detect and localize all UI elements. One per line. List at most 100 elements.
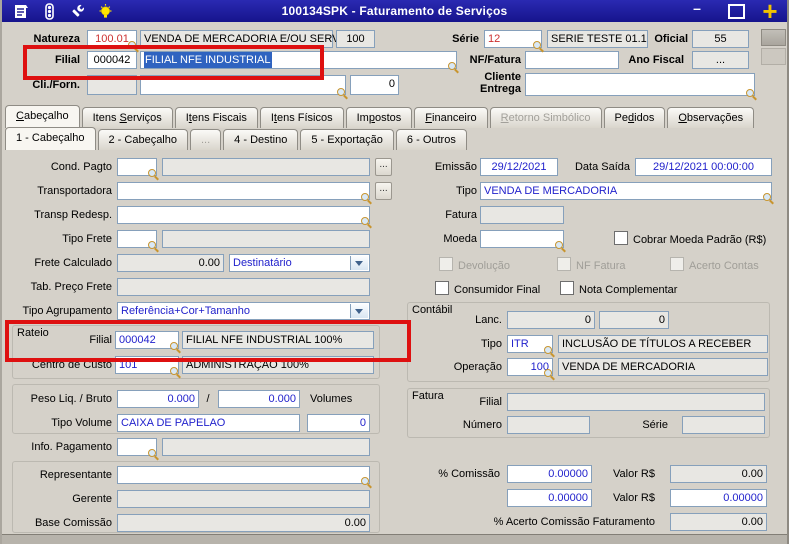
filial-code-field[interactable]: 000042 bbox=[87, 51, 137, 69]
frete-tipo-combo[interactable]: Destinatário bbox=[229, 254, 370, 272]
data-saida-field[interactable]: 29/12/2021 00:00:00 bbox=[635, 158, 772, 176]
moeda-input[interactable] bbox=[480, 230, 565, 251]
volumes-value-field[interactable]: 0 bbox=[307, 414, 370, 432]
centro-custo-code-field[interactable]: 101 bbox=[115, 356, 180, 377]
tab-preco-frete-field bbox=[117, 278, 370, 296]
lookup-icon[interactable] bbox=[361, 193, 371, 203]
transp-redesp-input[interactable] bbox=[117, 206, 371, 227]
peso-bruto-field[interactable]: 0.000 bbox=[218, 390, 300, 408]
cobrar-moeda-checkbox[interactable] bbox=[614, 231, 628, 245]
lookup-icon[interactable] bbox=[170, 342, 180, 352]
frete-calculado-field: 0.00 bbox=[117, 254, 224, 272]
subtab-4-destino[interactable]: 4 - Destino bbox=[223, 129, 299, 150]
tab-financeiro[interactable]: Financeiro bbox=[414, 107, 488, 128]
data-saida-label: Data Saída bbox=[574, 161, 630, 173]
nota-complementar-checkbox[interactable] bbox=[560, 281, 574, 295]
lanc-field-2: 0 bbox=[599, 311, 669, 329]
consumidor-final-checkbox[interactable] bbox=[435, 281, 449, 295]
operacao-label: Operação bbox=[453, 361, 502, 373]
subtab-1-cabecalho[interactable]: 1 - Cabeçalho bbox=[5, 127, 96, 150]
fatura-field bbox=[480, 206, 564, 224]
fatura-filial-field bbox=[507, 393, 765, 411]
cond-pagto-ellipsis-button[interactable]: ... bbox=[375, 158, 392, 176]
valor-rs-field-2[interactable]: 0.00000 bbox=[670, 489, 767, 507]
lookup-icon[interactable] bbox=[533, 41, 543, 51]
tipo-agrupamento-combo[interactable]: Referência+Cor+Tamanho bbox=[117, 302, 370, 320]
header-side-button-2[interactable] bbox=[761, 48, 786, 65]
tipo-agrupamento-label: Tipo Agrupamento bbox=[22, 305, 112, 317]
transp-redesp-label: Transp Redesp. bbox=[34, 209, 112, 221]
tab-itens-servicos[interactable]: Itens Serviços bbox=[81, 107, 173, 128]
lookup-icon[interactable] bbox=[148, 241, 158, 251]
main-tab-strip: Cabeçalho Itens Serviços Itens Fiscais Iten… bbox=[5, 105, 756, 128]
chevron-down-icon[interactable] bbox=[350, 304, 368, 318]
close-button[interactable]: + bbox=[757, 0, 783, 27]
natureza-desc-field: VENDA DE MERCADORIA E/OU SERVI bbox=[140, 30, 342, 48]
pct-comissao-field-2[interactable]: 0.00000 bbox=[507, 489, 592, 507]
info-pagamento-input[interactable] bbox=[117, 438, 158, 459]
operacao-code-field[interactable]: 100 bbox=[507, 358, 554, 379]
cliente-entrega-field[interactable] bbox=[525, 73, 756, 99]
contabil-tipo-desc-field: INCLUSÃO DE TÍTULOS A RECEBER bbox=[558, 335, 768, 353]
lookup-icon[interactable] bbox=[746, 89, 756, 99]
tab-pedidos[interactable]: Pedidos bbox=[603, 107, 666, 128]
cli-forn-code-field[interactable] bbox=[87, 75, 137, 95]
tipo-field[interactable]: VENDA DE MERCADORIA bbox=[480, 182, 773, 203]
tab-impostos[interactable]: Impostos bbox=[345, 107, 413, 128]
lookup-icon[interactable] bbox=[555, 241, 565, 251]
natureza-code-field[interactable]: 100.01 bbox=[87, 30, 138, 51]
lookup-icon[interactable] bbox=[448, 62, 458, 72]
transportadora-input[interactable] bbox=[117, 182, 371, 203]
tipo-volume-field[interactable]: CAIXA DE PAPELAO bbox=[117, 414, 300, 432]
lookup-icon[interactable] bbox=[148, 449, 158, 459]
acerto-comissao-label: % Acerto Comissão Faturamento bbox=[493, 516, 655, 528]
cli-forn-desc-field[interactable] bbox=[140, 75, 347, 98]
lookup-icon[interactable] bbox=[361, 477, 371, 487]
oficial-field: 55 bbox=[692, 30, 749, 48]
lookup-icon[interactable] bbox=[544, 346, 554, 356]
lookup-icon[interactable] bbox=[544, 369, 554, 379]
subtab-5-exportacao[interactable]: 5 - Exportação bbox=[300, 129, 394, 150]
emissao-field[interactable]: 29/12/2021 bbox=[480, 158, 558, 176]
representante-label: Representante bbox=[39, 469, 112, 481]
subtab-6-outros[interactable]: 6 - Outros bbox=[395, 129, 467, 150]
acerto-comissao-field: 0.00 bbox=[670, 513, 767, 531]
representante-input[interactable] bbox=[117, 466, 371, 487]
pct-comissao-field-1[interactable]: 0.00000 bbox=[507, 465, 592, 483]
tab-itens-fisicos[interactable]: Itens Físicos bbox=[259, 107, 344, 128]
minimize-button[interactable]: – bbox=[687, 0, 707, 16]
emissao-label: Emissão bbox=[434, 161, 477, 173]
tipo-frete-desc-field bbox=[162, 230, 370, 248]
tipo-frete-label: Tipo Frete bbox=[62, 233, 112, 245]
contabil-tipo-code-field[interactable]: ITR bbox=[507, 335, 554, 356]
subtab-2-cabecalho[interactable]: 2 - Cabeçalho bbox=[97, 129, 188, 150]
tab-preco-frete-label: Tab. Preço Frete bbox=[30, 281, 112, 293]
filial-desc-field[interactable]: FILIAL NFE INDUSTRIAL bbox=[140, 51, 458, 72]
nf-fatura-field[interactable] bbox=[525, 51, 619, 69]
tab-itens-fiscais[interactable]: Itens Fiscais bbox=[174, 107, 258, 128]
numero-label: Número bbox=[462, 419, 502, 431]
devolucao-check: Devolução bbox=[439, 257, 510, 272]
ano-fiscal-field[interactable]: ... bbox=[692, 51, 749, 69]
header-side-button[interactable] bbox=[761, 29, 786, 46]
maximize-button[interactable] bbox=[728, 4, 745, 19]
rateio-filial-code-field[interactable]: 000042 bbox=[115, 331, 180, 352]
gerente-field bbox=[117, 490, 370, 508]
cond-pagto-input[interactable] bbox=[117, 158, 158, 179]
ano-fiscal-label: Ano Fiscal bbox=[628, 54, 684, 66]
tab-observacoes[interactable]: Observações bbox=[667, 107, 755, 128]
tab-cabecalho[interactable]: Cabeçalho bbox=[5, 105, 80, 128]
cli-forn-label: Cli./Forn. bbox=[32, 79, 80, 91]
lookup-icon[interactable] bbox=[170, 367, 180, 377]
chevron-down-icon[interactable] bbox=[350, 256, 368, 270]
lookup-icon[interactable] bbox=[148, 169, 158, 179]
lookup-icon[interactable] bbox=[128, 41, 138, 51]
lookup-icon[interactable] bbox=[763, 193, 773, 203]
lookup-icon[interactable] bbox=[361, 217, 371, 227]
tipo-frete-input[interactable] bbox=[117, 230, 158, 251]
transportadora-ellipsis-button[interactable]: ... bbox=[375, 182, 392, 200]
peso-liq-field[interactable]: 0.000 bbox=[117, 390, 199, 408]
sub-tab-strip: 1 - Cabeçalho 2 - Cabeçalho... 4 - Destino… bbox=[5, 127, 469, 150]
lookup-icon[interactable] bbox=[337, 88, 347, 98]
serie-code-field[interactable]: 12 bbox=[484, 30, 543, 51]
